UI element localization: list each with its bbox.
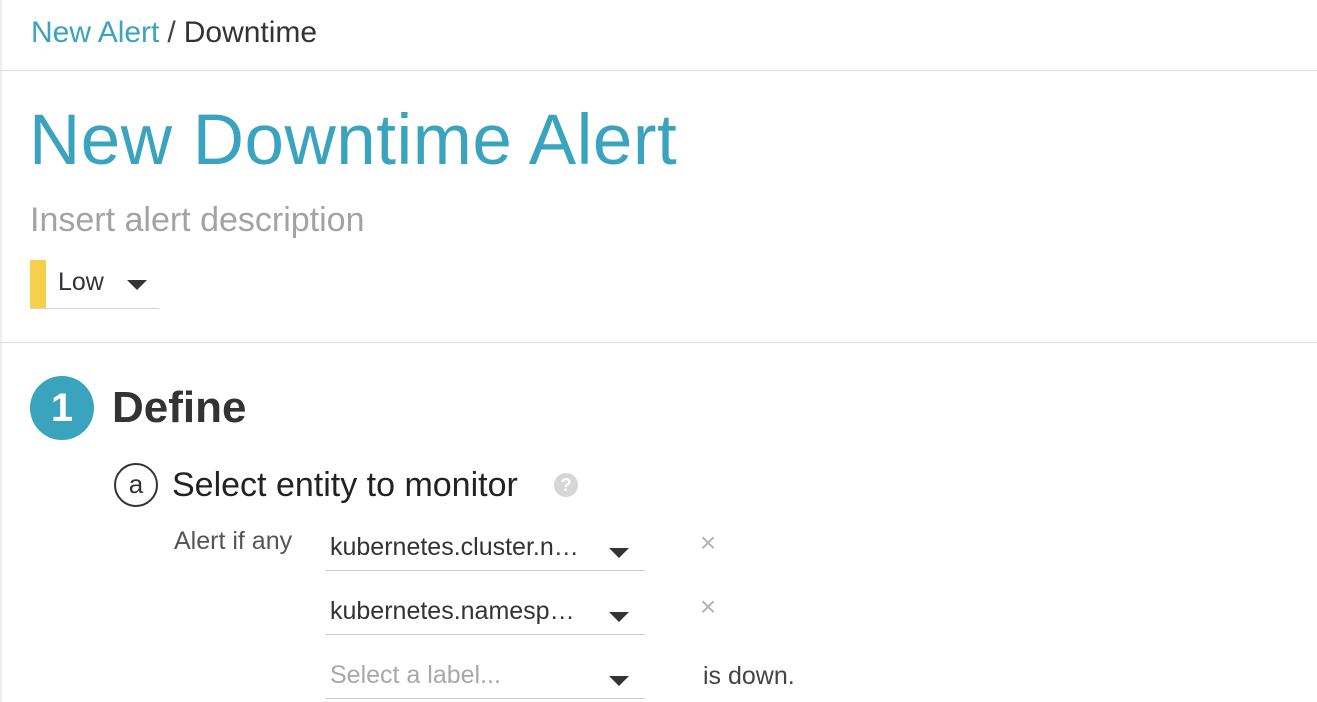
breadcrumb: New Alert / Downtime (31, 14, 317, 52)
left-shadow (0, 0, 3, 702)
breadcrumb-current: Downtime (183, 16, 318, 49)
select-placeholder: Select a label... (330, 661, 501, 689)
close-icon[interactable]: × (696, 593, 720, 621)
section-divider (0, 342, 1317, 343)
page-title[interactable]: New Downtime Alert (29, 98, 677, 184)
select-value: kubernetes.namesp… (330, 597, 575, 625)
severity-dropdown[interactable]: Low (30, 258, 159, 309)
page: New Alert/Downtime New Downtime Alert Lo… (0, 0, 1317, 702)
substep-letter-badge: a (114, 463, 158, 507)
close-icon[interactable]: × (696, 529, 720, 557)
entity-label-select-new[interactable]: Select a label... (325, 652, 645, 699)
chevron-down-icon (609, 612, 629, 622)
breadcrumb-separator: / (167, 16, 176, 49)
severity-value: Low (58, 268, 104, 296)
condition-suffix: is down. (703, 662, 795, 690)
help-icon[interactable]: ? (554, 473, 578, 497)
select-value: kubernetes.cluster.n… (330, 533, 579, 561)
description-input[interactable] (30, 196, 730, 244)
breadcrumb-link-new-alert[interactable]: New Alert (31, 16, 159, 49)
severity-color-bar (30, 260, 46, 308)
entity-label-select-1[interactable]: kubernetes.cluster.n… (325, 524, 645, 571)
chevron-down-icon (609, 676, 629, 686)
entity-label-select-2[interactable]: kubernetes.namesp… (325, 588, 645, 635)
substep-title: Select entity to monitor (172, 466, 518, 504)
step-title: Define (112, 383, 247, 432)
step-number-badge: 1 (30, 376, 94, 440)
condition-label: Alert if any (174, 527, 293, 555)
chevron-down-icon (127, 280, 147, 290)
chevron-down-icon (609, 548, 629, 558)
header-divider (0, 70, 1317, 71)
